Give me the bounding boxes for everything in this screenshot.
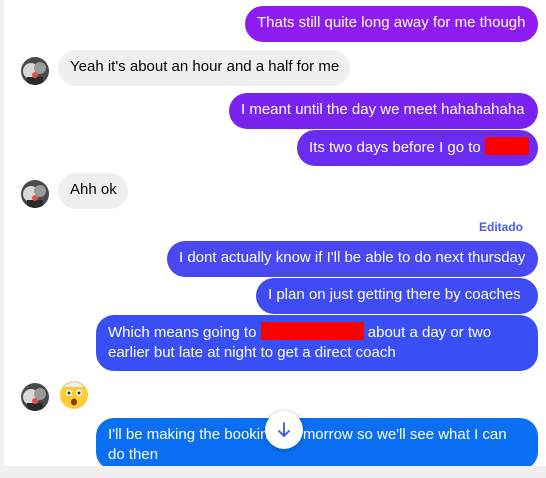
received-message[interactable]: Ahh ok [58,173,128,209]
message-text: Ahh ok [70,181,117,198]
message-text: Its two days before I go to [309,139,481,156]
arrow-down-icon [278,422,290,437]
avatar-image [21,180,49,208]
sent-message[interactable]: Which means going to about a day or two … [96,315,538,371]
message-text: I'll be making the bookin [108,426,269,443]
sent-message[interactable]: Thats still quite long away for me thoug… [245,6,538,42]
sent-message[interactable]: I dont actually know if I'll be able to … [167,241,538,277]
left-edge [0,0,4,478]
redacted-text [484,137,529,155]
redacted-text [260,322,364,340]
received-message[interactable]: Yeah it's about an hour and a half for m… [58,50,350,86]
message-text: Thats still quite long away for me thoug… [257,14,526,31]
message-text: Yeah it's about an hour and a half for m… [70,58,340,75]
contact-avatar[interactable] [21,57,49,85]
edited-label: Editado [479,220,523,234]
astonished-face-emoji[interactable] [58,378,90,410]
contact-avatar[interactable] [21,383,49,411]
sent-message[interactable]: I'll be making the bookin morrow so we'l… [96,418,538,470]
sent-message[interactable]: I meant until the day we meet hahahahaha [229,93,538,129]
avatar-image [21,57,49,85]
sent-message[interactable]: I plan on just getting there by coaches [256,278,538,314]
scroll-to-bottom-button[interactable] [265,411,303,449]
avatar-image [21,383,49,411]
message-text: I plan on just getting there by coaches [268,286,521,303]
message-text: Which means going to [108,324,257,341]
sent-message[interactable]: Its two days before I go to [297,130,538,166]
contact-avatar[interactable] [21,180,49,208]
composer-edge [0,466,546,478]
message-text: I meant until the day we meet hahahahaha [241,101,525,118]
message-text: I dont actually know if I'll be able to … [179,249,526,266]
